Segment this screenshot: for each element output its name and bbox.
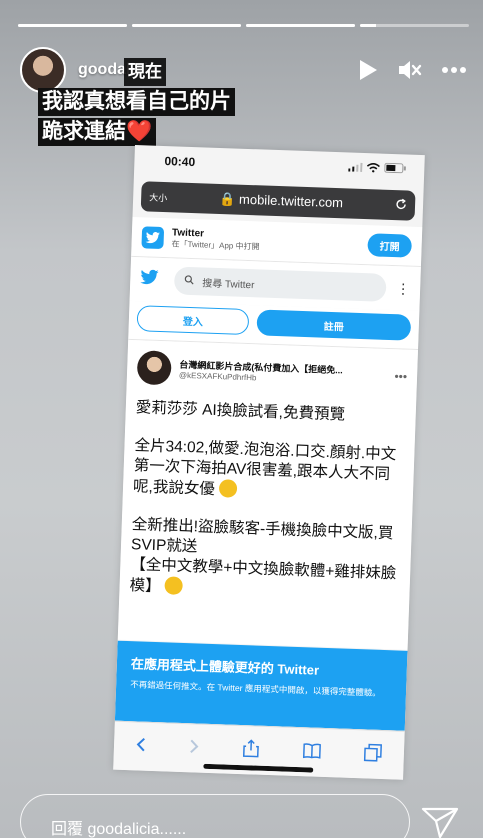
open-app-subtitle: 不再錯過任何推文。在 Twitter 應用程式中開啟，以獲得完整體驗。 <box>130 679 381 698</box>
caption-line: 我認真想看自己的片 <box>38 88 235 116</box>
story-progress <box>18 24 469 27</box>
reply-placeholder: 回覆 goodalicia...... <box>51 821 187 838</box>
wifi-icon <box>366 161 380 175</box>
smile-emoji-icon <box>164 576 184 595</box>
tweet-more-icon[interactable]: ••• <box>394 369 407 383</box>
tweet-paragraph: 全片34:02,做愛.泡泡浴.口交.顏射.中文 第一次下海拍AV很害羞,跟本人大… <box>132 437 397 498</box>
mute-icon[interactable] <box>397 58 423 82</box>
banner-subtitle: 在「Twitter」App 中打開 <box>171 238 260 251</box>
url-text: mobile.twitter.com <box>238 191 344 211</box>
play-icon[interactable] <box>357 58 379 82</box>
header-controls <box>357 58 467 82</box>
signal-icon <box>348 160 363 174</box>
signup-button[interactable]: 註冊 <box>256 309 412 341</box>
phone-status-bar: 00:40 <box>134 145 425 185</box>
twitter-bird-icon[interactable] <box>140 269 159 290</box>
battery-icon <box>384 162 406 177</box>
progress-segment <box>18 24 127 27</box>
back-icon[interactable] <box>135 736 146 757</box>
tweet: 台灣網紅影片合成(私付費加入【拒絕免... @kESXAFKuPdhrfHb •… <box>117 339 419 650</box>
progress-segment <box>246 24 355 27</box>
open-app-button[interactable]: 打開 <box>367 233 413 258</box>
search-icon <box>184 274 194 287</box>
tabs-icon[interactable] <box>364 743 383 767</box>
twitter-search-input[interactable]: 搜尋 Twitter <box>173 266 387 302</box>
open-app-title: 在應用程式上體驗更好的 Twitter <box>130 656 320 678</box>
text-size-button[interactable]: 大小 <box>149 190 167 204</box>
share-icon[interactable] <box>242 738 260 763</box>
phone-screenshot: 00:40 大小 🔒 mobile.twitter.com Twitter 在「… <box>113 145 425 780</box>
open-in-app-prompt[interactable]: 在應用程式上體驗更好的 Twitter 不再錯過任何推文。在 Twitter 應… <box>114 640 408 731</box>
bookmarks-icon[interactable] <box>302 742 321 764</box>
send-icon[interactable] <box>420 806 460 838</box>
tweet-paragraph: 愛莉莎莎 AI換臉試看,免費預覽 <box>135 399 346 424</box>
lock-icon: 🔒 <box>219 190 236 207</box>
status-time: 00:40 <box>164 154 196 170</box>
more-icon[interactable] <box>441 66 467 74</box>
caption-line: 跪求連結❤️ <box>38 118 157 146</box>
caption-line: 現在 <box>124 58 166 86</box>
tweet-paragraph: 全新推出!盜臉駭客-手機換臉中文版,買SVIP就送 【全中文教學+中文換臉軟體+… <box>129 516 397 596</box>
twitter-app-icon <box>141 225 165 249</box>
reply-input[interactable]: 回覆 goodalicia...... <box>20 794 410 838</box>
more-icon[interactable]: ⋮ <box>396 280 411 297</box>
tweet-text: 愛莉莎莎 AI換臉試看,免費預覽 全片34:02,做愛.泡泡浴.口交.顏射.中文… <box>129 398 406 605</box>
login-button[interactable]: 登入 <box>136 305 250 336</box>
search-placeholder: 搜尋 Twitter <box>202 277 255 291</box>
story-viewer: goodalicia 現在 我認真想看自己的片 跪求連結❤️ 00:40 大小 … <box>0 0 483 838</box>
reload-icon[interactable] <box>395 198 408 213</box>
progress-segment <box>132 24 241 27</box>
browser-url-bar[interactable]: 大小 🔒 mobile.twitter.com <box>140 181 416 221</box>
story-caption: 現在 我認真想看自己的片 跪求連結❤️ <box>38 58 235 146</box>
tweet-avatar[interactable] <box>136 350 172 386</box>
sunglasses-emoji-icon <box>218 479 238 498</box>
forward-icon[interactable] <box>189 738 200 759</box>
progress-segment <box>360 24 469 27</box>
